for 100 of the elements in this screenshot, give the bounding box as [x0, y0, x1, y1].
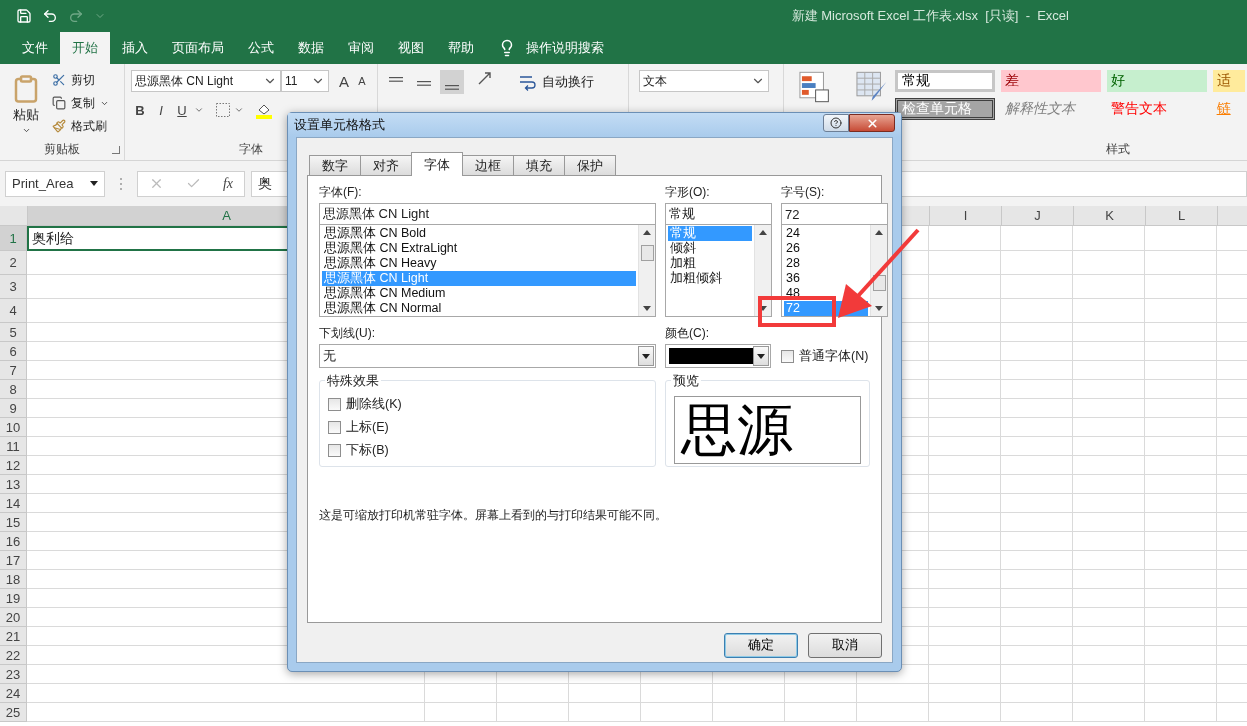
input-field[interactable]: 常规 [665, 203, 772, 225]
align-button[interactable] [440, 70, 464, 94]
table-cell[interactable] [1145, 399, 1217, 418]
column-header[interactable]: K [1074, 206, 1146, 225]
table-cell[interactable] [1073, 456, 1145, 475]
table-cell[interactable] [1001, 418, 1073, 437]
row-header[interactable]: 12 [0, 456, 27, 475]
underline-button[interactable]: U [173, 100, 191, 120]
row-header[interactable]: 4 [0, 299, 27, 323]
column-header[interactable]: I [930, 206, 1002, 225]
table-cell[interactable] [713, 684, 785, 703]
ribbon-tab[interactable]: 视图 [386, 32, 436, 64]
table-cell[interactable] [1001, 684, 1073, 703]
table-cell[interactable] [1001, 361, 1073, 380]
table-cell[interactable] [929, 418, 1001, 437]
table-cell[interactable] [929, 275, 1001, 299]
row-header[interactable]: 23 [0, 665, 27, 684]
scroll-up-icon[interactable] [759, 230, 767, 235]
table-cell[interactable] [1001, 275, 1073, 299]
table-cell[interactable] [785, 703, 857, 722]
list-item[interactable]: 倾斜 [668, 241, 752, 256]
table-cell[interactable] [1145, 275, 1217, 299]
table-cell[interactable] [1073, 513, 1145, 532]
table-cell[interactable] [929, 437, 1001, 456]
table-cell[interactable] [1073, 589, 1145, 608]
borders-icon[interactable] [215, 102, 231, 118]
scroll-up-icon[interactable] [875, 230, 883, 235]
table-cell[interactable] [1145, 684, 1217, 703]
table-cell[interactable] [1145, 589, 1217, 608]
save-icon[interactable] [16, 8, 32, 24]
table-cell[interactable] [929, 532, 1001, 551]
shrink-font-button[interactable]: A [353, 71, 371, 91]
row-header[interactable]: 19 [0, 589, 27, 608]
table-cell[interactable] [713, 703, 785, 722]
input-field[interactable]: 思源黑体 CN Light [319, 203, 656, 225]
ribbon-tab[interactable]: 公式 [236, 32, 286, 64]
table-cell[interactable] [1073, 532, 1145, 551]
table-cell[interactable] [1073, 299, 1145, 323]
table-cell[interactable] [929, 589, 1001, 608]
table-cell[interactable] [1001, 570, 1073, 589]
table-cell[interactable] [1073, 226, 1145, 251]
scroll-down-icon[interactable] [759, 306, 767, 311]
table-cell[interactable] [929, 551, 1001, 570]
ribbon-tab[interactable]: 页面布局 [160, 32, 236, 64]
paste-button[interactable]: 粘贴 [6, 70, 46, 138]
table-cell[interactable] [1073, 418, 1145, 437]
table-cell[interactable] [929, 513, 1001, 532]
table-cell[interactable] [27, 703, 425, 722]
table-cell[interactable] [1001, 299, 1073, 323]
table-cell[interactable] [1145, 627, 1217, 646]
row-header[interactable]: 6 [0, 342, 27, 361]
font-name-field[interactable]: 思源黑体 CN Light [131, 70, 281, 92]
table-cell[interactable] [1145, 475, 1217, 494]
table-cell[interactable] [929, 570, 1001, 589]
table-cell[interactable] [1073, 551, 1145, 570]
table-cell[interactable] [1001, 665, 1073, 684]
table-cell[interactable] [1145, 361, 1217, 380]
table-cell[interactable] [929, 665, 1001, 684]
table-cell[interactable] [929, 608, 1001, 627]
table-cell[interactable] [1001, 323, 1073, 342]
row-header[interactable]: 24 [0, 684, 27, 703]
table-cell[interactable] [1001, 532, 1073, 551]
table-cell[interactable] [1073, 361, 1145, 380]
dialog-tab[interactable]: 数字 [309, 155, 361, 176]
table-cell[interactable] [1073, 703, 1145, 722]
table-cell[interactable] [1001, 513, 1073, 532]
table-cell[interactable] [1145, 551, 1217, 570]
list-item[interactable]: 36 [784, 271, 868, 286]
table-cell[interactable] [1145, 380, 1217, 399]
dialog-tab[interactable]: 对齐 [360, 155, 412, 176]
list-item[interactable]: 思源黑体 CN Medium [322, 286, 636, 301]
row-header[interactable]: 16 [0, 532, 27, 551]
table-cell[interactable] [1001, 456, 1073, 475]
table-cell[interactable] [497, 684, 569, 703]
table-cell[interactable] [929, 456, 1001, 475]
row-header[interactable]: 11 [0, 437, 27, 456]
table-cell[interactable] [929, 703, 1001, 722]
table-cell[interactable] [1145, 342, 1217, 361]
tell-me-search[interactable]: 操作说明搜索 [526, 39, 604, 57]
scroll-thumb[interactable] [640, 245, 654, 261]
column-header[interactable]: L [1146, 206, 1218, 225]
help-button[interactable] [823, 114, 849, 132]
table-cell[interactable] [1145, 299, 1217, 323]
ribbon-tab[interactable]: 文件 [10, 32, 60, 64]
table-cell[interactable] [1001, 475, 1073, 494]
table-cell[interactable] [1145, 494, 1217, 513]
dialog-tab[interactable]: 边框 [462, 155, 514, 176]
dialog-tab[interactable]: 填充 [513, 155, 565, 176]
cell-style[interactable]: 差 [1000, 70, 1101, 92]
table-cell[interactable] [929, 627, 1001, 646]
ok-button[interactable]: 确定 [724, 633, 798, 658]
table-cell[interactable] [1073, 646, 1145, 665]
list-item[interactable]: 思源黑体 CN Heavy [322, 256, 636, 271]
table-cell[interactable] [1145, 703, 1217, 722]
table-cell[interactable] [1001, 226, 1073, 251]
table-cell[interactable] [929, 361, 1001, 380]
table-cell[interactable] [1001, 399, 1073, 418]
dialog-launcher-icon[interactable] [112, 146, 120, 154]
table-cell[interactable] [1145, 251, 1217, 275]
row-header[interactable]: 15 [0, 513, 27, 532]
